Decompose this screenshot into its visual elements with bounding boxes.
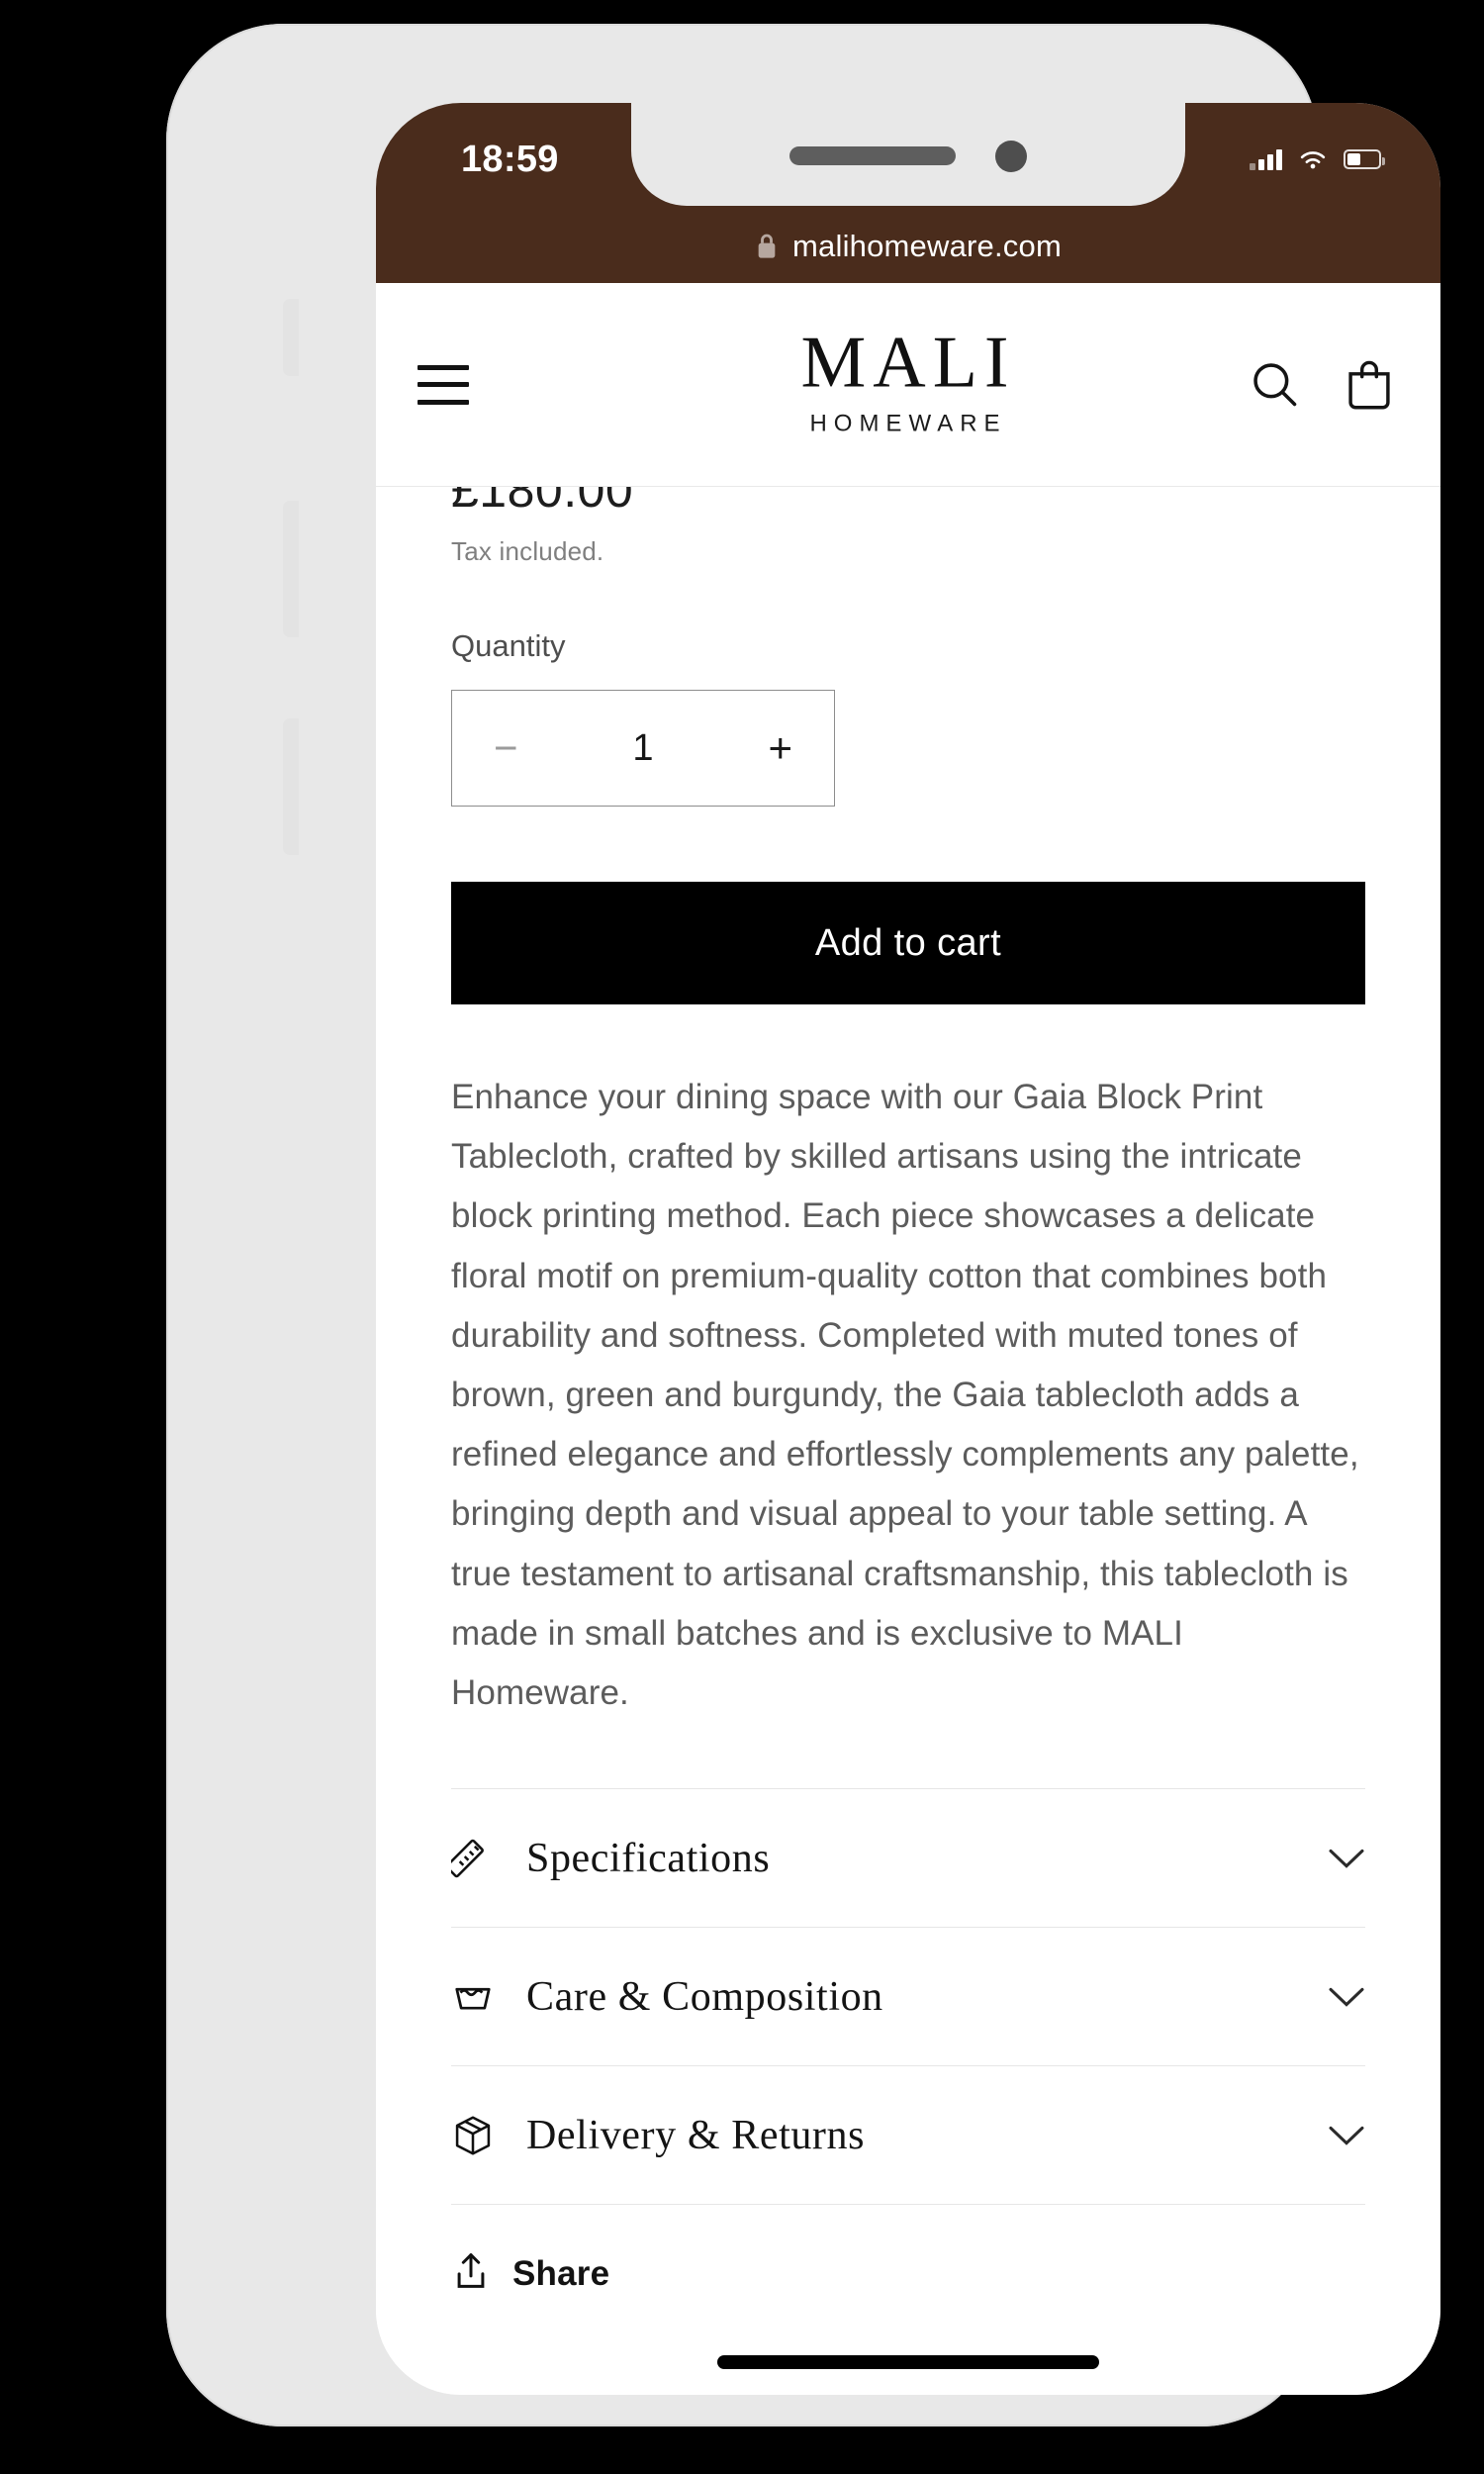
box-icon <box>451 2114 510 2157</box>
status-bar-indicators <box>1250 143 1385 176</box>
quantity-input[interactable]: 1 <box>632 727 653 770</box>
product-detail-content: £180.00 Tax included. Quantity − 1 + Add… <box>376 462 1440 2342</box>
screenshot-root: 18:59 malihomeware.com MALI HOMEWARE £18… <box>0 0 1484 2474</box>
device-notch <box>631 103 1185 206</box>
product-accordions: Specifications Care & Composition Delive… <box>451 1788 1365 2342</box>
tax-note: Tax included. <box>451 536 604 566</box>
accordion-label: Care & Composition <box>526 1973 883 2020</box>
url-bar[interactable]: malihomeware.com <box>376 210 1440 283</box>
add-to-cart-button[interactable]: Add to cart <box>451 882 1365 1004</box>
url-text: malihomeware.com <box>792 229 1062 263</box>
cellular-signal-icon <box>1250 148 1282 170</box>
brand-subtitle: HOMEWARE <box>809 410 1007 437</box>
accordion-delivery-returns[interactable]: Delivery & Returns <box>451 2065 1365 2204</box>
accordion-specifications[interactable]: Specifications <box>451 1788 1365 1927</box>
quantity-stepper[interactable]: − 1 + <box>451 690 835 807</box>
product-description: Enhance your dining space with our Gaia … <box>451 1078 1359 1712</box>
shopping-bag-icon[interactable] <box>1344 356 1395 414</box>
chevron-down-icon[interactable] <box>1320 2124 1365 2147</box>
home-indicator[interactable] <box>717 2355 1099 2369</box>
phone-screen: 18:59 malihomeware.com MALI HOMEWARE £18… <box>376 103 1440 2395</box>
accordion-label: Specifications <box>526 1835 771 1881</box>
lock-icon <box>758 234 776 258</box>
chevron-down-icon[interactable] <box>1320 1847 1365 1870</box>
quantity-label: Quantity <box>451 628 566 663</box>
mute-switch[interactable] <box>283 299 299 376</box>
chevron-down-icon[interactable] <box>1320 1985 1365 2009</box>
accordion-care-composition[interactable]: Care & Composition <box>451 1927 1365 2065</box>
share-upload-icon <box>451 2250 491 2297</box>
share-button[interactable]: Share <box>451 2204 1365 2342</box>
phone-frame: 18:59 malihomeware.com MALI HOMEWARE £18… <box>166 24 1440 2426</box>
accordion-label: Delivery & Returns <box>526 2112 866 2158</box>
brand-name: MALI <box>800 321 1016 403</box>
site-header: MALI HOMEWARE <box>376 283 1440 487</box>
volume-up-button[interactable] <box>283 501 299 637</box>
front-camera <box>995 141 1027 172</box>
volume-down-button[interactable] <box>283 718 299 855</box>
status-bar-clock: 18:59 <box>461 139 559 180</box>
site-logo[interactable]: MALI HOMEWARE <box>800 321 1016 438</box>
share-label: Share <box>512 2253 610 2293</box>
earpiece-speaker <box>789 146 956 165</box>
wifi-icon <box>1300 150 1326 168</box>
quantity-decrease-button[interactable]: − <box>494 727 518 769</box>
hamburger-menu-icon[interactable] <box>417 364 469 405</box>
washtub-icon <box>451 1975 510 2019</box>
battery-icon <box>1344 149 1385 169</box>
web-page: MALI HOMEWARE £180.00 Tax included. Quan… <box>376 283 1440 2395</box>
ruler-icon <box>451 1837 510 1880</box>
quantity-increase-button[interactable]: + <box>768 727 792 769</box>
header-actions <box>1249 356 1395 414</box>
search-icon[interactable] <box>1249 358 1302 412</box>
